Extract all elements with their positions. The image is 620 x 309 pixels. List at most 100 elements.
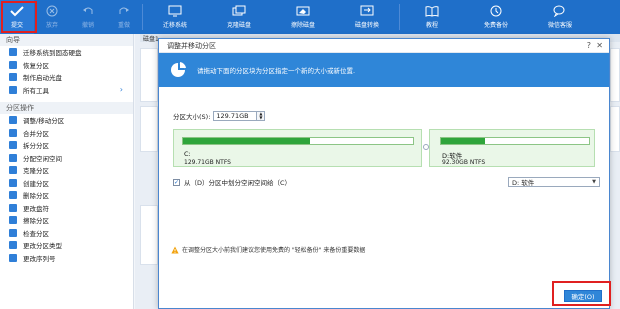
chevron-down-icon: ▼ [592, 179, 596, 185]
ops-section-title: 分区操作 [0, 102, 133, 114]
partition-d-fill [441, 138, 486, 144]
partition-c-size: 129.71GB NTFS [184, 159, 231, 166]
allocate-option-row[interactable]: ✓ 从（D）分区中划分空闲空间给（C） [173, 177, 291, 187]
sidebar-item-change-type[interactable]: 更改分区类型 [0, 239, 133, 252]
help-icon[interactable]: ? [587, 41, 591, 50]
sidebar-item-label: 检查分区 [23, 229, 49, 238]
sidebar-item-label: 恢复分区 [23, 61, 49, 70]
dialog-title: 调整并移动分区 [167, 41, 216, 50]
clone-disk-button[interactable]: 克隆磁盘 [207, 0, 271, 34]
convert-icon [360, 5, 374, 17]
wechat-button[interactable]: 微信客服 [528, 0, 592, 34]
chat-icon [553, 5, 567, 17]
sidebar-item-label: 更改序列号 [23, 254, 56, 263]
allocate-option-label: 从（D）分区中划分空闲空间给（C） [184, 179, 292, 187]
migrate-os-label: 迁移系统 [162, 22, 187, 29]
sidebar-item-label: 分配空闲空间 [23, 154, 62, 163]
redo-icon [117, 5, 131, 17]
banner-text: 请拖动下面的分区块为分区指定一个新的大小或新位置. [197, 67, 356, 75]
source-partition-select[interactable]: D: 软件 ▼ [508, 177, 600, 187]
migrate-icon [168, 5, 182, 17]
free-backup-label: 免费备份 [483, 22, 508, 29]
close-icon[interactable]: ✕ [596, 41, 603, 50]
partition-c-name: C: [184, 150, 191, 158]
partition-c-bar [182, 137, 414, 145]
sidebar-item-merge[interactable]: 合并分区 [0, 127, 133, 140]
wipe-disk-button[interactable]: 擦除磁盘 [271, 0, 335, 34]
partition-drag-handle[interactable] [421, 129, 430, 167]
select-value: D: 软件 [512, 179, 535, 187]
backup-warning: 在调整分区大小前我们建议您使用免费的 "轻松备份" 来备份重要数据 [171, 245, 365, 254]
undo-icon [81, 5, 95, 17]
chevron-right-icon: › [119, 85, 123, 95]
partition-c-block[interactable]: C: 129.71GB NTFS [174, 130, 422, 168]
sidebar-item-recover-partition[interactable]: 恢复分区 [0, 59, 133, 72]
sidebar-item-label: 合并分区 [23, 129, 49, 138]
sidebar-item-migrate-ssd[interactable]: 迁移系统到固态硬盘 [0, 46, 133, 59]
disk-header-label: 磁盘1 [143, 36, 159, 43]
allocate-icon [9, 153, 17, 162]
redo-button[interactable]: 重做 [106, 0, 142, 34]
sidebar-item-label: 更改分区类型 [23, 242, 62, 251]
free-backup-button[interactable]: 免费备份 [464, 0, 528, 34]
sidebar-item-change-serial[interactable]: 更改序列号 [0, 252, 133, 265]
sidebar-item-label: 擦除分区 [23, 217, 49, 226]
sidebar-item-allocate-free[interactable]: 分配空闲空间 [0, 152, 133, 165]
tutorial-label: 教程 [425, 22, 438, 29]
commit-highlight [1, 1, 37, 33]
sidebar-item-boot-disc[interactable]: 制作启动光盘 [0, 71, 133, 84]
discard-button[interactable]: 放弃 [34, 0, 70, 34]
undo-label: 撤销 [81, 22, 94, 29]
migrate-os-button[interactable]: 迁移系统 [143, 0, 207, 34]
disk-panel [140, 106, 158, 152]
sidebar-item-change-letter[interactable]: 更改盘符 [0, 202, 133, 215]
partition-size-row: 分区大小(S): 129.71GB ▲ ▼ [173, 111, 266, 121]
book-icon [425, 5, 439, 17]
undo-button[interactable]: 撤销 [70, 0, 106, 34]
partition-d-bar [440, 137, 590, 145]
partition-layout: C: 129.71GB NTFS D:软件 92.30GB NTFS [173, 129, 595, 167]
size-stepper[interactable]: ▲ ▼ [257, 111, 266, 121]
sidebar-item-label: 制作启动光盘 [23, 74, 62, 83]
discard-label: 放弃 [45, 22, 58, 29]
sidebar-item-label: 所有工具 [23, 86, 49, 95]
wechat-label: 微信客服 [547, 22, 572, 29]
migrate-icon [9, 48, 17, 57]
tools-icon [9, 85, 17, 94]
redo-label: 重做 [117, 22, 130, 29]
sidebar-item-clone[interactable]: 克隆分区 [0, 164, 133, 177]
size-input[interactable]: 129.71GB [213, 111, 258, 121]
allocate-checkbox[interactable]: ✓ [173, 178, 180, 186]
check-icon [9, 228, 17, 237]
eraser-icon [9, 216, 17, 225]
sidebar: 向导 迁移系统到固态硬盘 恢复分区 制作启动光盘 所有工具 › 分区操作 调整/… [0, 34, 134, 309]
create-icon [9, 178, 17, 187]
wizard-section-title: 向导 [0, 34, 133, 46]
sidebar-item-create[interactable]: 创建分区 [0, 177, 133, 190]
sidebar-item-all-tools[interactable]: 所有工具 › [0, 84, 133, 97]
sidebar-item-delete[interactable]: 删除分区 [0, 189, 133, 202]
split-icon [9, 141, 17, 150]
sidebar-item-resize-move[interactable]: 调整/移动分区 [0, 114, 133, 127]
convert-disk-label: 磁盘转换 [354, 22, 379, 29]
merge-icon [9, 128, 17, 137]
delete-icon [9, 191, 17, 200]
tutorial-button[interactable]: 教程 [400, 0, 464, 34]
backup-icon [489, 5, 503, 17]
serial-icon [9, 253, 17, 262]
partition-c-fill [183, 138, 310, 144]
partition-d-block[interactable]: D:软件 92.30GB NTFS [432, 130, 596, 168]
sidebar-item-check[interactable]: 检查分区 [0, 227, 133, 240]
drag-knob-icon [423, 144, 429, 150]
clone-icon [232, 5, 246, 17]
sidebar-item-wipe[interactable]: 擦除分区 [0, 214, 133, 227]
letter-icon [9, 203, 17, 212]
sidebar-item-split[interactable]: 拆分分区 [0, 139, 133, 152]
sidebar-item-label: 调整/移动分区 [23, 117, 65, 126]
ok-highlight [552, 281, 611, 306]
pie-chart-icon [169, 61, 187, 79]
convert-disk-button[interactable]: 磁盘转换 [335, 0, 399, 34]
clone-disk-label: 克隆磁盘 [226, 22, 251, 29]
wipe-disk-label: 擦除磁盘 [290, 22, 315, 29]
sidebar-item-label: 更改盘符 [23, 204, 49, 213]
